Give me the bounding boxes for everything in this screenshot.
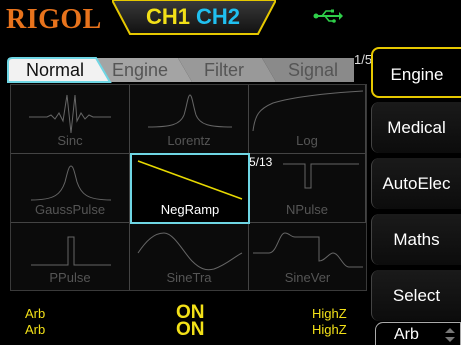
rigol-logo: RIGOL (6, 4, 102, 35)
softkey-label: AutoElec (382, 174, 451, 193)
tab-signal[interactable]: Signal (288, 58, 338, 82)
softkey-label: Maths (393, 230, 440, 249)
grid-page-indicator: 5/13 (249, 155, 273, 169)
softkey-label: Medical (387, 118, 446, 137)
ch2-load: HighZ (312, 322, 347, 337)
ch1-label[interactable]: CH1 (146, 4, 190, 30)
waveform-cell-log[interactable]: Log (249, 85, 366, 154)
ch1-load: HighZ (312, 306, 347, 321)
softkey-label: Select (392, 286, 441, 305)
waveform-cell-sinc[interactable]: Sinc (11, 85, 130, 154)
waveform-label: SineTra (166, 270, 212, 285)
waveform-cell-lorentz[interactable]: Lorentz (130, 85, 249, 154)
waveform-grid: Sinc Lorentz Log GaussPulse NegRamp NPul… (10, 84, 367, 291)
waveform-cell-gausspulse[interactable]: GaussPulse (11, 154, 130, 223)
waveform-category-tabs: Normal Engine Filter Signal (4, 52, 370, 84)
softkey-arb[interactable]: Arb (375, 322, 461, 345)
waveform-label: SineVer (284, 270, 331, 285)
waveform-cell-negramp[interactable]: NegRamp (130, 153, 250, 224)
ch2-output-status[interactable]: ON (176, 320, 205, 339)
tab-filter[interactable]: Filter (204, 58, 244, 82)
softkey-engine[interactable]: Engine (371, 47, 461, 98)
waveform-label: Sinc (57, 133, 83, 148)
waveform-label: GaussPulse (34, 202, 106, 217)
waveform-label: PPulse (49, 270, 91, 285)
ch2-mode: Arb (25, 322, 46, 337)
waveform-cell-sinever[interactable]: SineVer (249, 223, 366, 290)
channel-indicator: CH1 CH2 (112, 0, 276, 36)
waveform-cell-sinetra[interactable]: SineTra (130, 223, 249, 290)
waveform-label: NegRamp (160, 202, 220, 217)
tab-engine[interactable]: Engine (112, 58, 168, 82)
softkey-medical[interactable]: Medical (371, 102, 461, 153)
waveform-label: Log (296, 133, 318, 148)
softkey-label: Engine (390, 65, 444, 84)
waveform-cell-ppulse[interactable]: PPulse (11, 223, 130, 290)
waveform-label: Lorentz (167, 133, 211, 148)
softkey-maths[interactable]: Maths (371, 214, 461, 265)
channel-status-bar: Arb Arb ON ON HighZ HighZ (0, 296, 370, 345)
ch2-label[interactable]: CH2 (196, 4, 240, 30)
up-down-arrow-icon (445, 328, 455, 342)
tab-normal[interactable]: Normal (26, 58, 84, 82)
softkey-autoelec[interactable]: AutoElec (371, 158, 461, 209)
softkey-select[interactable]: Select (371, 270, 461, 321)
tab-page-indicator: 1/5 (354, 52, 373, 67)
channel-tab-shape (112, 0, 276, 35)
waveform-label: NPulse (286, 202, 328, 217)
ch1-mode: Arb (25, 306, 46, 321)
usb-icon (313, 9, 343, 23)
